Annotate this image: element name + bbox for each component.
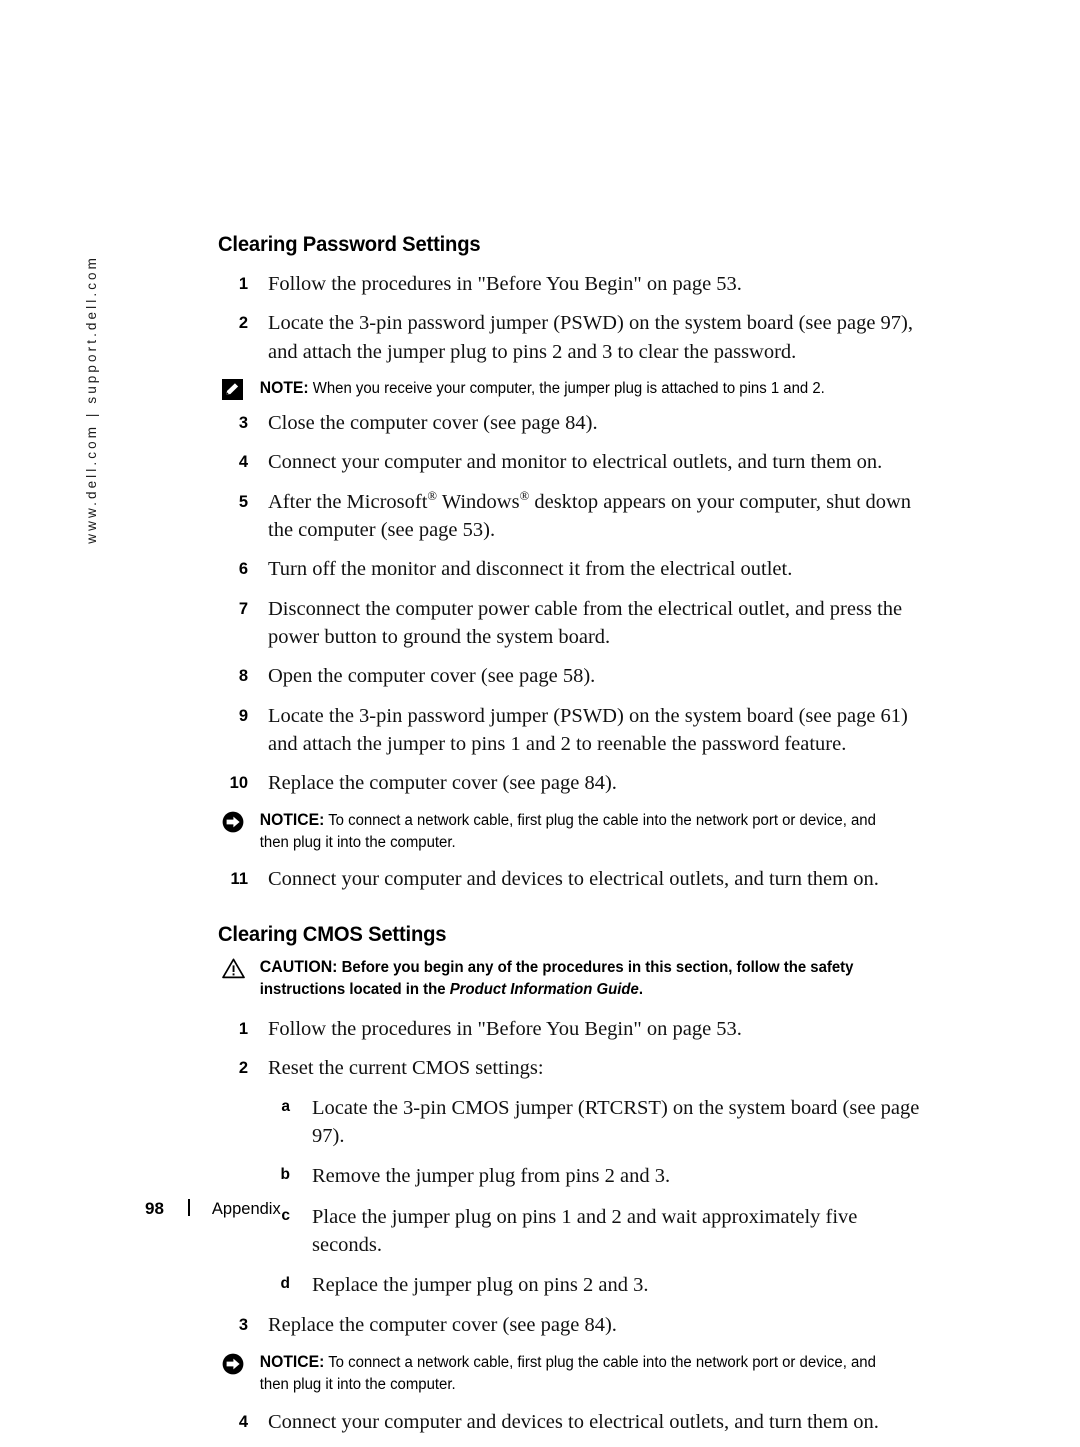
notice-label: NOTICE: xyxy=(259,810,325,829)
step-marker: 9 xyxy=(238,706,248,725)
step-item: 8 Open the computer cover (see page 58). xyxy=(218,662,924,690)
step-item: 1 Follow the procedures in "Before You Be… xyxy=(218,270,924,298)
step-text: Disconnect the computer power cable from… xyxy=(268,597,903,648)
note-label: NOTE: xyxy=(259,378,309,397)
step-marker: 3 xyxy=(238,1316,248,1335)
footer-chapter-label: Appendix xyxy=(211,1200,281,1218)
notice-text: NOTICE: To connect a network cable, firs… xyxy=(252,1351,904,1396)
step-marker: 5 xyxy=(238,492,248,511)
substep-item: b Remove the jumper plug from pins 2 and … xyxy=(260,1162,924,1190)
step-text: Open the computer cover (see page 58). xyxy=(268,665,596,688)
step-text: Turn off the monitor and disconnect it f… xyxy=(268,558,793,581)
document-page: Clearing Password Settings 1 Follow the pr… xyxy=(0,0,1080,1433)
step-text: Connect your computer and devices to ele… xyxy=(268,868,879,891)
step-text: Locate the 3-pin password jumper (PSWD) … xyxy=(268,312,914,363)
step-marker: 10 xyxy=(229,774,248,793)
registered-mark-icon: ® xyxy=(519,488,530,503)
step-item: 5 After the Microsoft® Windows® desktop a… xyxy=(218,488,924,545)
step-marker: 4 xyxy=(238,1412,248,1431)
note-body: When you receive your computer, the jump… xyxy=(312,379,825,397)
step-marker: 11 xyxy=(230,870,248,889)
step-marker: 1 xyxy=(238,1019,248,1038)
step-text: Follow the procedures in "Before You Beg… xyxy=(268,273,742,295)
step-item: 3 Close the computer cover (see page 84). xyxy=(218,409,924,437)
step-text: Connect your computer and devices to ele… xyxy=(268,1410,879,1433)
page-footer: 98 Appendix xyxy=(145,1197,281,1219)
substep-item: d Replace the jumper plug on pins 2 and 3… xyxy=(260,1271,924,1299)
notice-body: To connect a network cable, first plug t… xyxy=(259,1353,876,1393)
step-item: 2 Locate the 3-pin password jumper (PSWD)… xyxy=(218,309,924,366)
step-marker: 8 xyxy=(238,667,248,686)
notice-arrow-icon xyxy=(222,811,244,833)
note-pencil-icon xyxy=(222,378,243,400)
step-marker: d xyxy=(280,1275,290,1293)
step-text: After the Microsoft® Windows® desktop ap… xyxy=(248,488,924,545)
step-item: 10 Replace the computer cover (see page 8… xyxy=(218,769,924,797)
substep-item: a Locate the 3-pin CMOS jumper (RTCRST) o… xyxy=(260,1094,924,1151)
footer-separator xyxy=(187,1199,190,1216)
step-item: 3 Replace the computer cover (see page 84… xyxy=(218,1311,924,1339)
step-marker: a xyxy=(281,1097,290,1115)
step-item: 2 Reset the current CMOS settings: xyxy=(218,1054,924,1082)
step-text: Replace the jumper plug on pins 2 and 3. xyxy=(312,1274,649,1297)
step-item: 1 Follow the procedures in "Before You Be… xyxy=(218,1015,924,1043)
notice-label: NOTICE: xyxy=(259,1352,325,1371)
step-item: 6 Turn off the monitor and disconnect it … xyxy=(218,555,924,583)
step-text: Close the computer cover (see page 84). xyxy=(268,411,598,434)
step-text: Reset the current CMOS settings: xyxy=(268,1057,544,1080)
caution-guide-title: Product Information Guide xyxy=(449,981,639,999)
section-heading: Clearing CMOS Settings xyxy=(218,921,447,946)
footer-page-number: 98 xyxy=(145,1199,164,1218)
step-item: 9 Locate the 3-pin password jumper (PSWD)… xyxy=(218,702,924,759)
step-text-part: Windows xyxy=(437,490,520,513)
note-text: NOTE: When you receive your computer, th… xyxy=(252,377,904,400)
substep-item: c Place the jumper plug on pins 1 and 2 a… xyxy=(260,1203,924,1260)
step-item: 4 Connect your computer and monitor to el… xyxy=(218,448,924,476)
step-marker: 2 xyxy=(238,314,248,333)
step-text: Replace the computer cover (see page 84)… xyxy=(268,772,617,795)
step-marker: 4 xyxy=(238,453,248,472)
step-marker: 2 xyxy=(238,1059,248,1078)
step-text: Follow the procedures in "Before You Beg… xyxy=(268,1017,742,1040)
notice-block: NOTICE: To connect a network cable, firs… xyxy=(218,809,924,854)
step-text: Locate the 3-pin password jumper (PSWD) … xyxy=(268,704,908,755)
step-text-part: After the Microsoft xyxy=(268,490,428,513)
notice-arrow-icon xyxy=(222,1353,244,1375)
caution-label: CAUTION: xyxy=(259,957,338,976)
registered-mark-icon: ® xyxy=(427,488,438,503)
step-marker: 7 xyxy=(238,599,248,618)
step-text: Replace the computer cover (see page 84)… xyxy=(268,1314,617,1337)
step-marker: 6 xyxy=(238,560,248,579)
notice-block: NOTICE: To connect a network cable, firs… xyxy=(218,1351,924,1396)
section-heading: Clearing Password Settings xyxy=(218,232,481,256)
note-block: NOTE: When you receive your computer, th… xyxy=(218,377,924,400)
notice-text: NOTICE: To connect a network cable, firs… xyxy=(252,809,904,854)
step-text: Connect your computer and monitor to ele… xyxy=(268,451,883,474)
step-marker: b xyxy=(280,1166,290,1184)
step-item: 11 Connect your computer and devices to e… xyxy=(218,865,924,893)
step-text: Place the jumper plug on pins 1 and 2 an… xyxy=(312,1205,858,1256)
step-marker: 1 xyxy=(238,275,248,293)
caution-triangle-icon xyxy=(222,958,245,979)
step-text: Remove the jumper plug from pins 2 and 3… xyxy=(312,1165,671,1188)
caution-block: CAUTION: Before you begin any of the pro… xyxy=(218,956,924,1001)
step-marker: 3 xyxy=(238,413,248,432)
notice-body: To connect a network cable, first plug t… xyxy=(259,811,876,851)
step-text: Locate the 3-pin CMOS jumper (RTCRST) on… xyxy=(312,1096,920,1147)
step-item: 7 Disconnect the computer power cable fro… xyxy=(218,595,924,652)
page-content: Clearing Password Settings 1 Follow the pr… xyxy=(218,232,924,1447)
caution-text: CAUTION: Before you begin any of the pro… xyxy=(252,956,904,1001)
step-item: 4 Connect your computer and devices to el… xyxy=(218,1408,924,1436)
caution-body-tail: . xyxy=(638,981,643,999)
